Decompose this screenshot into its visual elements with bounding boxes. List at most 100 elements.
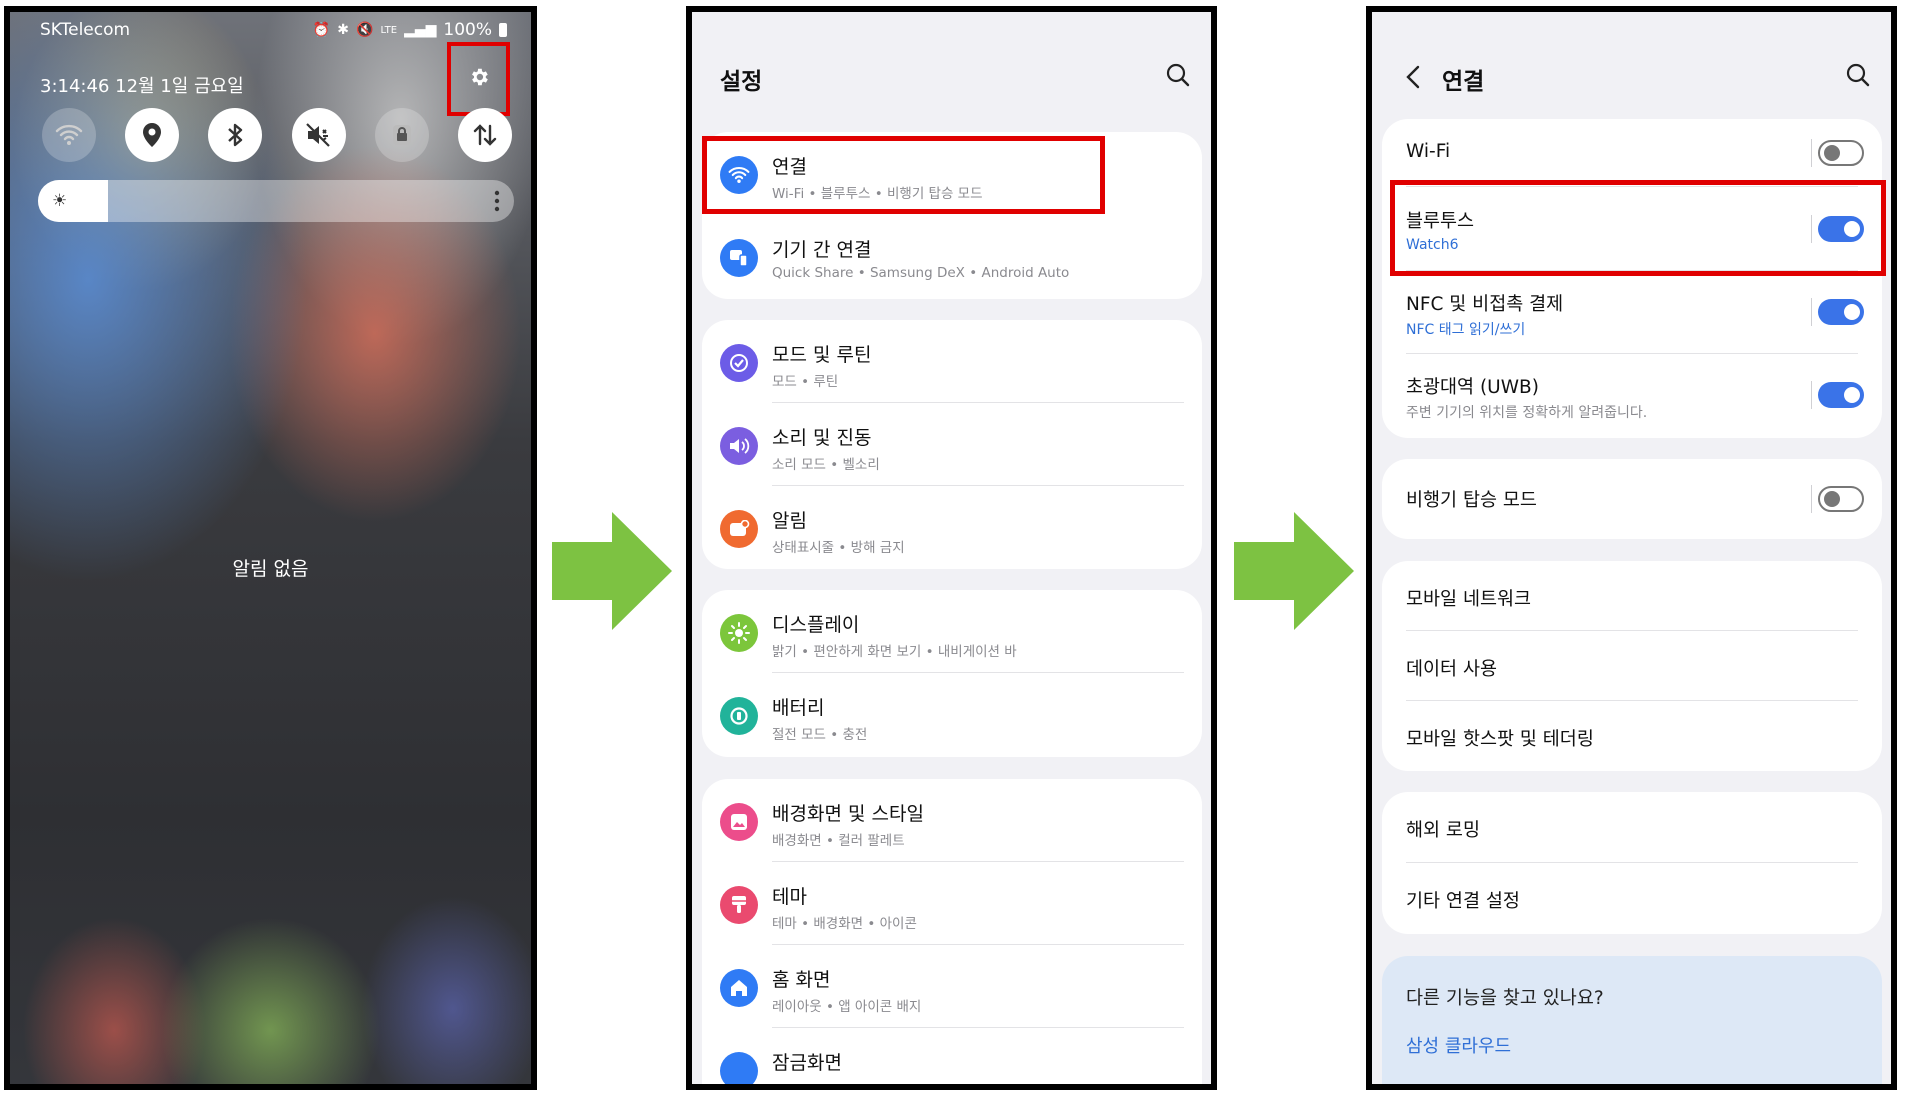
bell-icon [720, 510, 758, 548]
wifi-row[interactable]: Wi-Fi [1382, 119, 1882, 187]
no-notifications-text: 알림 없음 [232, 558, 309, 580]
wifi-toggle-tile[interactable] [42, 108, 96, 162]
settings-item-lock-screen[interactable]: 잠금화면 [702, 1028, 1202, 1084]
search-icon[interactable] [1845, 62, 1871, 92]
bluetooth-highlight [1390, 180, 1886, 276]
carrier-name: SKTelecom [40, 20, 131, 40]
nfc-sub: NFC 태그 읽기/쓰기 [1406, 322, 1526, 338]
divider [1811, 139, 1812, 167]
data-usage-row[interactable]: 데이터 사용 [1382, 631, 1882, 701]
settings-gear-highlight[interactable] [447, 42, 510, 116]
settings-item-notifications[interactable]: 알림 상태표시줄 • 방해 금지 [702, 486, 1202, 569]
row-label: 모바일 핫스팟 및 테더링 [1406, 729, 1594, 750]
nfc-row[interactable]: NFC 및 비접촉 결제 NFC 태그 읽기/쓰기 [1382, 271, 1882, 354]
nfc-switch[interactable] [1818, 299, 1864, 325]
settings-group-3: 디스플레이 밝기 • 편안하게 화면 보기 • 내비게이션 바 배터리 절전 모… [702, 590, 1202, 757]
status-bar: SKTelecom ⏰ ✱ 🔇 LTE ▂▄▆ 100% [40, 20, 507, 46]
settings-screen: 설정 연결 Wi-Fi • 블루투스 • 비행기 탑승 모드 기기 간 연결 Q… [686, 6, 1217, 1090]
connections-highlight [702, 136, 1105, 214]
battery-icon [720, 697, 758, 735]
item-label: 홈 화면 [772, 969, 831, 991]
wifi-label: Wi-Fi [1406, 141, 1451, 162]
airplane-row[interactable]: 비행기 탑승 모드 [1382, 459, 1882, 539]
gear-icon[interactable] [468, 66, 490, 92]
item-label: 소리 및 진동 [772, 427, 872, 449]
item-label: 잠금화면 [772, 1052, 842, 1074]
airplane-label: 비행기 탑승 모드 [1406, 490, 1537, 511]
divider [1811, 485, 1812, 513]
secure-wifi-link[interactable]: 보안 Wi-Fi [1406, 1080, 1488, 1084]
item-sub: 레이아웃 • 앱 아이콘 배지 [772, 999, 922, 1015]
connections-group-4: 해외 로밍 기타 연결 설정 [1382, 792, 1882, 934]
more-options-icon[interactable] [494, 190, 500, 216]
wifi-icon [55, 124, 83, 145]
settings-group-2: 모드 및 루틴 모드 • 루틴 소리 및 진동 소리 모드 • 벨소리 알림 상… [702, 320, 1202, 569]
data-transfer-icon [473, 124, 497, 146]
row-label: 데이터 사용 [1406, 659, 1497, 680]
item-label: 디스플레이 [772, 614, 860, 636]
connections-group-3: 모바일 네트워크 데이터 사용 모바일 핫스팟 및 테더링 [1382, 561, 1882, 771]
item-sub: 모드 • 루틴 [772, 374, 839, 390]
connections-group-1: Wi-Fi 블루투스 Watch6 NFC 및 비접촉 결제 NFC 태그 읽기… [1382, 119, 1882, 438]
suggestion-card: 다른 기능을 찾고 있나요? 삼성 클라우드 보안 Wi-Fi [1382, 956, 1882, 1084]
samsung-cloud-link[interactable]: 삼성 클라우드 [1406, 1032, 1511, 1058]
settings-item-home-screen[interactable]: 홈 화면 레이아웃 • 앱 아이콘 배지 [702, 945, 1202, 1028]
quick-panel-screen: SKTelecom ⏰ ✱ 🔇 LTE ▂▄▆ 100% 3:14:46 12월… [4, 6, 537, 1090]
uwb-row[interactable]: 초광대역 (UWB) 주변 기기의 위치를 정확하게 알려줍니다. [1382, 354, 1882, 438]
page-title: 연결 [1442, 69, 1485, 95]
mobile-network-row[interactable]: 모바일 네트워크 [1382, 561, 1882, 631]
bluetooth-toggle-tile[interactable] [208, 108, 263, 162]
page-title: 설정 [720, 69, 763, 95]
location-toggle-tile[interactable] [125, 108, 180, 162]
lock-icon [720, 1052, 758, 1084]
item-label: 알림 [772, 510, 807, 532]
item-sub: 테마 • 배경화면 • 아이콘 [772, 916, 917, 932]
divider [1811, 381, 1812, 409]
more-connection-settings-row[interactable]: 기타 연결 설정 [1382, 863, 1882, 934]
settings-item-display[interactable]: 디스플레이 밝기 • 편안하게 화면 보기 • 내비게이션 바 [702, 590, 1202, 673]
item-sub: 배경화면 • 컬러 팔레트 [772, 833, 905, 849]
roaming-row[interactable]: 해외 로밍 [1382, 792, 1882, 863]
divider [1811, 298, 1812, 326]
uwb-sub: 주변 기기의 위치를 정확하게 알려줍니다. [1406, 405, 1648, 421]
devices-icon [720, 239, 758, 277]
search-icon[interactable] [1165, 62, 1191, 92]
settings-item-modes-routines[interactable]: 모드 및 루틴 모드 • 루틴 [702, 320, 1202, 403]
arrow-right-icon [552, 512, 672, 630]
brightness-slider[interactable]: ☀ [38, 180, 514, 222]
sound-toggle-tile[interactable] [291, 108, 346, 162]
network-type: LTE [380, 24, 398, 36]
battery-percent: 100% [443, 20, 492, 40]
mobile-data-tile[interactable] [457, 108, 512, 162]
uwb-switch[interactable] [1818, 382, 1864, 408]
check-circle-icon [720, 344, 758, 382]
settings-item-themes[interactable]: 테마 테마 • 배경화면 • 아이콘 [702, 862, 1202, 945]
airplane-switch[interactable] [1818, 486, 1864, 512]
battery-icon [499, 23, 507, 37]
settings-item-wallpaper[interactable]: 배경화면 및 스타일 배경화면 • 컬러 팔레트 [702, 779, 1202, 862]
hotspot-row[interactable]: 모바일 핫스팟 및 테더링 [1382, 701, 1882, 771]
connections-group-2: 비행기 탑승 모드 [1382, 459, 1882, 539]
quick-toggle-row [42, 108, 512, 162]
settings-item-sound[interactable]: 소리 및 진동 소리 모드 • 벨소리 [702, 403, 1202, 486]
item-label: 배터리 [772, 697, 825, 719]
wifi-switch[interactable] [1818, 140, 1864, 166]
back-arrow-icon[interactable] [1406, 65, 1420, 93]
settings-group-4: 배경화면 및 스타일 배경화면 • 컬러 팔레트 테마 테마 • 배경화면 • … [702, 779, 1202, 1084]
settings-item-battery[interactable]: 배터리 절전 모드 • 충전 [702, 673, 1202, 756]
item-label: 기기 간 연결 [772, 239, 872, 261]
uwb-label: 초광대역 (UWB) [1406, 377, 1539, 398]
bluetooth-status-icon: ✱ [337, 22, 350, 38]
mute-status-icon: 🔇 [356, 22, 374, 38]
item-sub: Quick Share • Samsung DeX • Android Auto [772, 265, 1070, 281]
item-sub: 절전 모드 • 충전 [772, 727, 868, 743]
rotation-lock-tile[interactable] [374, 108, 429, 162]
signal-icon: ▂▄▆ [404, 22, 437, 38]
item-label: 모드 및 루틴 [772, 344, 872, 366]
location-pin-icon [143, 123, 162, 147]
settings-item-connected-devices[interactable]: 기기 간 연결 Quick Share • Samsung DeX • Andr… [702, 215, 1202, 298]
lock-icon [392, 125, 411, 145]
mute-icon [305, 123, 330, 147]
item-sub: 밝기 • 편안하게 화면 보기 • 내비게이션 바 [772, 644, 1017, 660]
brightness-fill: ☀ [38, 180, 108, 222]
